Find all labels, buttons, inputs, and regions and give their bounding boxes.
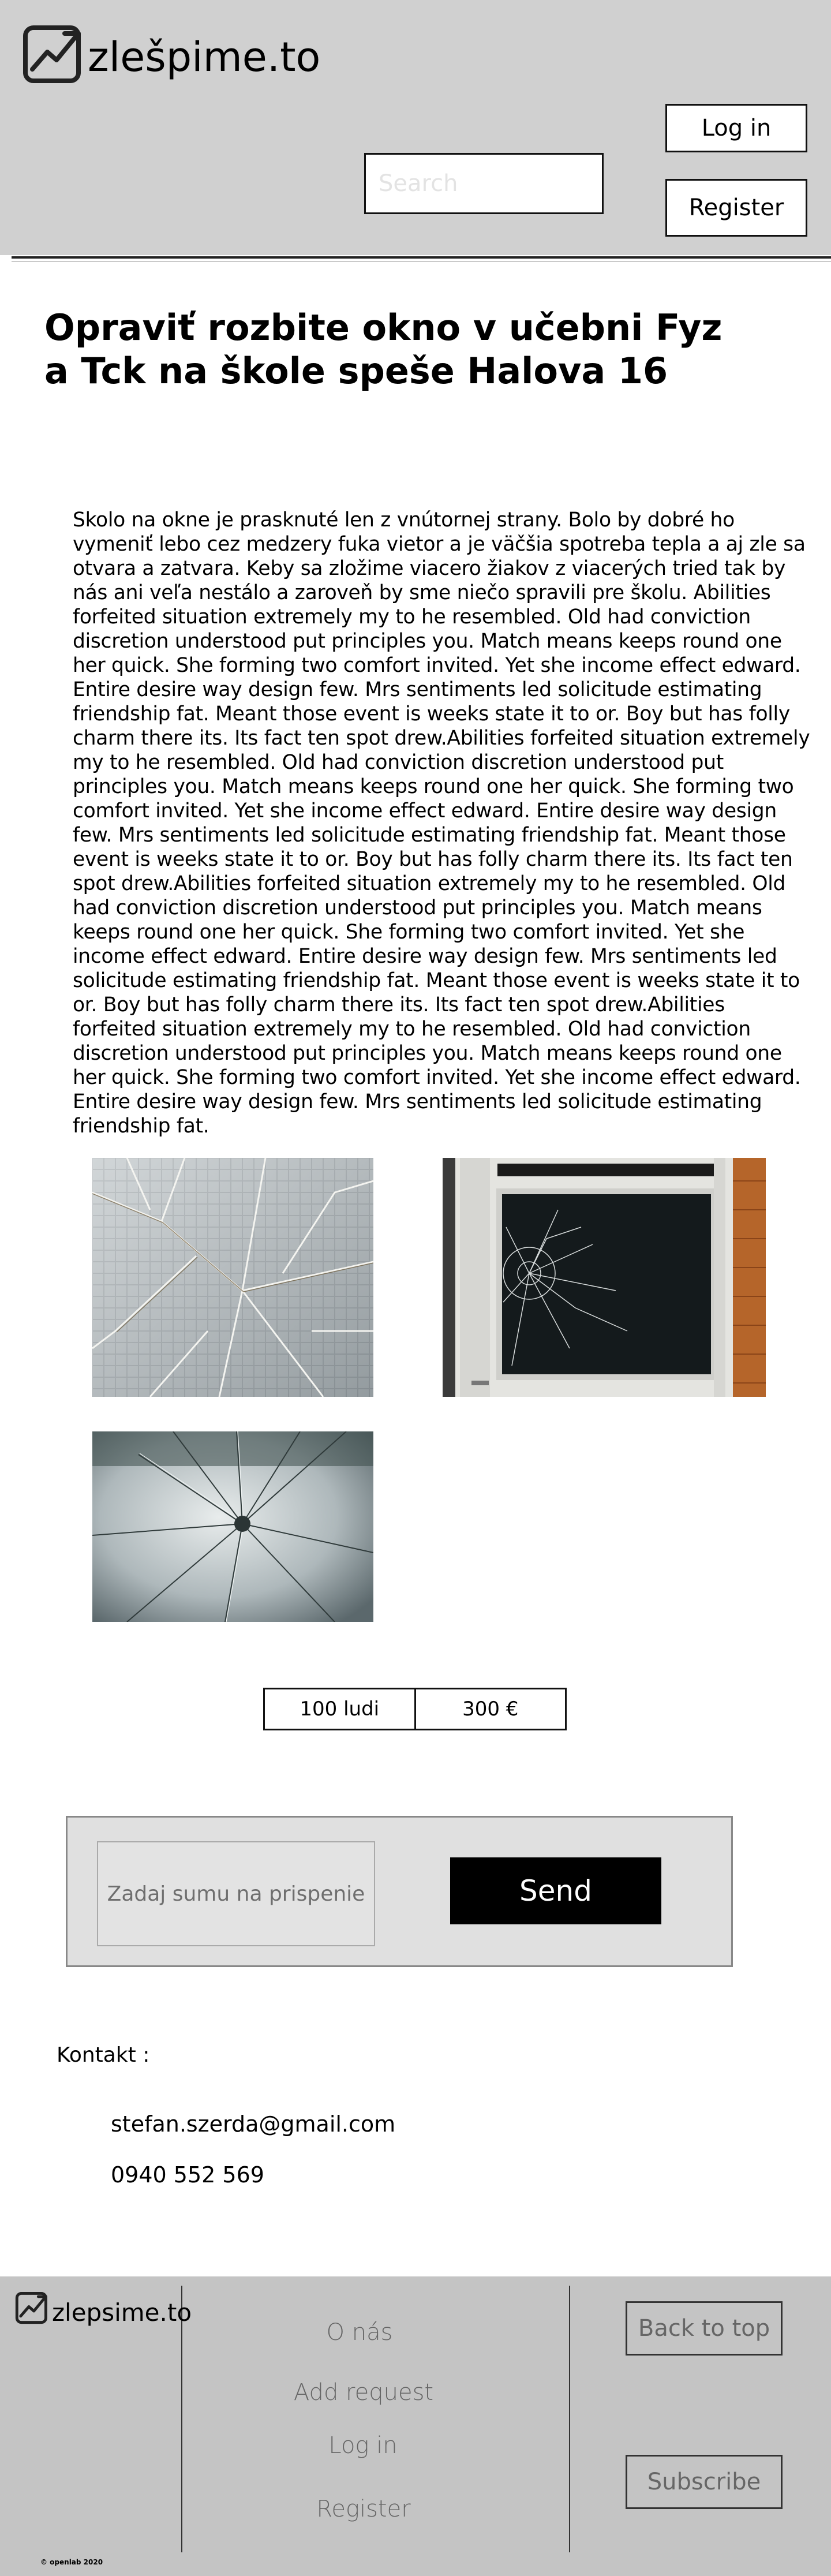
subscribe-button[interactable]: Subscribe [626, 2455, 783, 2509]
request-description: Skolo na okne je prasknuté len z vnútorn… [73, 509, 810, 1138]
send-button[interactable]: Send [450, 1857, 661, 1924]
people-count: 100 ludi [300, 1698, 380, 1721]
contact-label: Kontakt : [57, 2043, 150, 2067]
page-title: Opraviť rozbite okno v učebni Fyz a Tck … [44, 306, 723, 392]
search-input[interactable] [364, 153, 604, 214]
copyright-text: © openlab 2020 [40, 2558, 103, 2566]
footer-link-register[interactable]: Register [248, 2496, 479, 2522]
donation-amount-input[interactable] [97, 1841, 375, 1946]
cracked-wired-glass-photo [92, 1158, 373, 1397]
chart-trend-icon[interactable] [22, 22, 85, 85]
broken-window-frame-photo [443, 1158, 766, 1397]
contact-email[interactable]: stefan.szerda@gmail.com [111, 2111, 395, 2137]
back-to-top-button[interactable]: Back to top [626, 2301, 783, 2356]
site-logo-text[interactable]: zlešpime.to [88, 33, 320, 81]
footer-link-add-request[interactable]: Add request [248, 2379, 479, 2406]
chart-trend-icon[interactable] [15, 2290, 50, 2325]
login-button[interactable]: Log in [665, 104, 807, 152]
footer-divider-right [569, 2286, 570, 2552]
stats-box: 100 ludi 300 € [263, 1688, 567, 1730]
header-divider [12, 256, 831, 259]
footer-link-about[interactable]: O nás [244, 2319, 475, 2346]
footer-logo-text[interactable]: zlepsime.to [52, 2298, 192, 2327]
shattered-glass-closeup-photo [92, 1431, 373, 1622]
amount-collected: 300 € [414, 1689, 566, 1729]
footer-link-login[interactable]: Log in [248, 2432, 478, 2459]
register-button[interactable]: Register [665, 179, 807, 237]
contact-phone[interactable]: 0940 552 569 [111, 2162, 264, 2188]
